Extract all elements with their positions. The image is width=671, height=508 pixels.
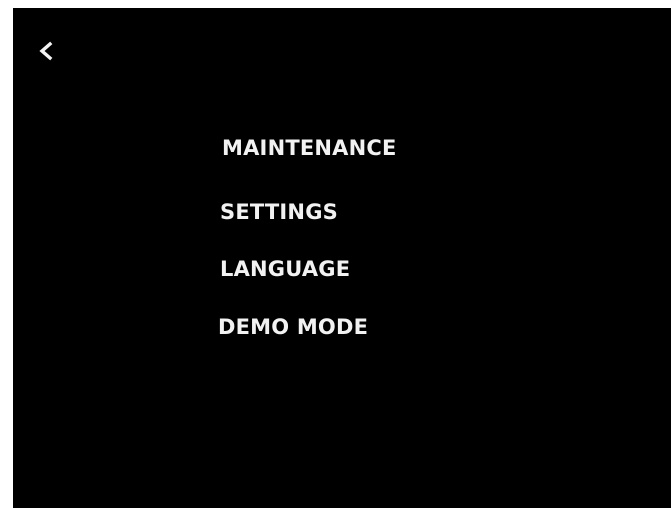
menu-screen: MAINTENANCE SETTINGS LANGUAGE DEMO MODE xyxy=(13,8,671,508)
menu-item-language[interactable]: LANGUAGE xyxy=(220,255,350,283)
menu-item-settings[interactable]: SETTINGS xyxy=(220,198,338,226)
chevron-left-icon xyxy=(38,41,54,61)
menu-item-maintenance[interactable]: MAINTENANCE xyxy=(222,134,397,162)
menu-item-demo-mode[interactable]: DEMO MODE xyxy=(218,313,368,341)
back-button[interactable] xyxy=(31,34,61,68)
